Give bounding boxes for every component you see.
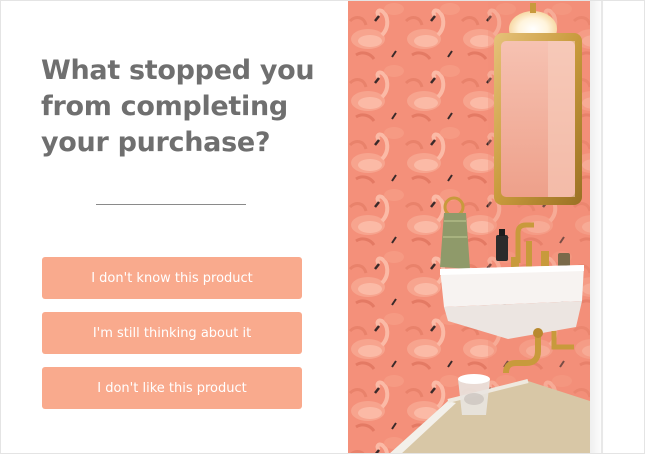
- option-still-thinking-button[interactable]: I'm still thinking about it: [42, 312, 302, 354]
- bathroom-photo: [348, 1, 590, 453]
- divider: [96, 204, 246, 205]
- survey-question: What stopped you from completing your pu…: [41, 55, 315, 158]
- option-dont-know-product-button[interactable]: I don't know this product: [42, 257, 302, 299]
- door-edge: [601, 1, 603, 453]
- survey-panel: What stopped you from completing your pu…: [1, 1, 348, 453]
- door-frame: [590, 1, 644, 453]
- option-dont-like-product-button[interactable]: I don't like this product: [42, 367, 302, 409]
- exit-survey-modal: What stopped you from completing your pu…: [0, 0, 645, 454]
